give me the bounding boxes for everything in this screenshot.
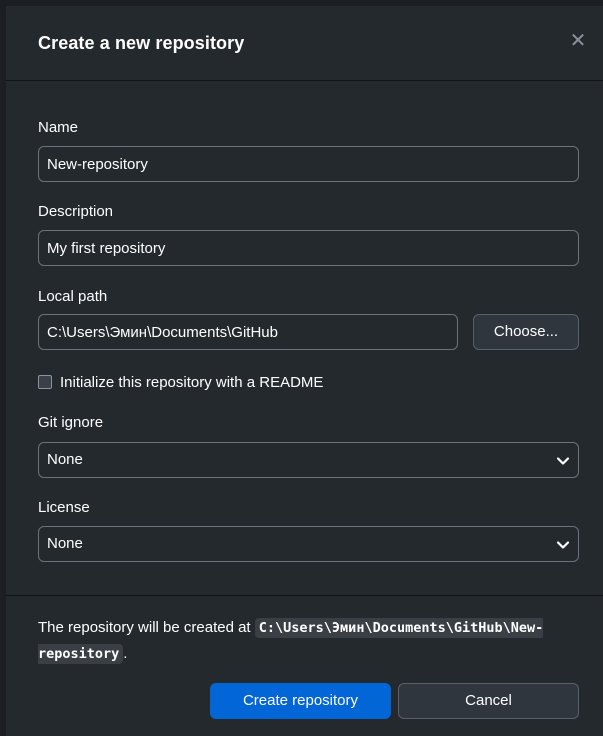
license-select[interactable]: None	[38, 526, 579, 562]
readme-checkbox[interactable]	[38, 375, 52, 389]
chevron-down-icon	[556, 457, 570, 465]
choose-path-button[interactable]: Choose...	[473, 314, 579, 350]
local-path-input[interactable]	[38, 314, 458, 350]
name-label: Name	[38, 119, 79, 136]
local-path-label: Local path	[38, 288, 108, 305]
git-ignore-label: Git ignore	[38, 414, 104, 431]
license-selected-value: None	[47, 535, 83, 552]
chevron-down-icon	[556, 541, 570, 549]
name-input[interactable]	[38, 146, 579, 182]
create-repository-button[interactable]: Create repository	[210, 683, 391, 719]
readme-checkbox-row[interactable]: Initialize this repository with a README	[38, 372, 323, 392]
repository-location-summary: The repository will be created at C:\Use…	[38, 615, 583, 667]
dialog-title: Create a new repository	[38, 33, 245, 53]
dialog-footer: The repository will be created at C:\Use…	[6, 595, 603, 736]
description-label: Description	[38, 203, 114, 220]
git-ignore-selected-value: None	[47, 451, 83, 468]
git-ignore-select[interactable]: None	[38, 442, 579, 478]
dialog-header: Create a new repository ✕	[6, 6, 603, 81]
cancel-button[interactable]: Cancel	[398, 683, 579, 719]
close-icon[interactable]: ✕	[567, 30, 589, 52]
summary-prefix: The repository will be created at	[38, 619, 255, 636]
license-label: License	[38, 499, 90, 516]
create-repository-dialog: Create a new repository ✕ Name Descripti…	[0, 0, 603, 736]
summary-suffix: .	[123, 645, 128, 662]
readme-checkbox-label[interactable]: Initialize this repository with a README	[60, 374, 323, 391]
description-input[interactable]	[38, 230, 579, 266]
